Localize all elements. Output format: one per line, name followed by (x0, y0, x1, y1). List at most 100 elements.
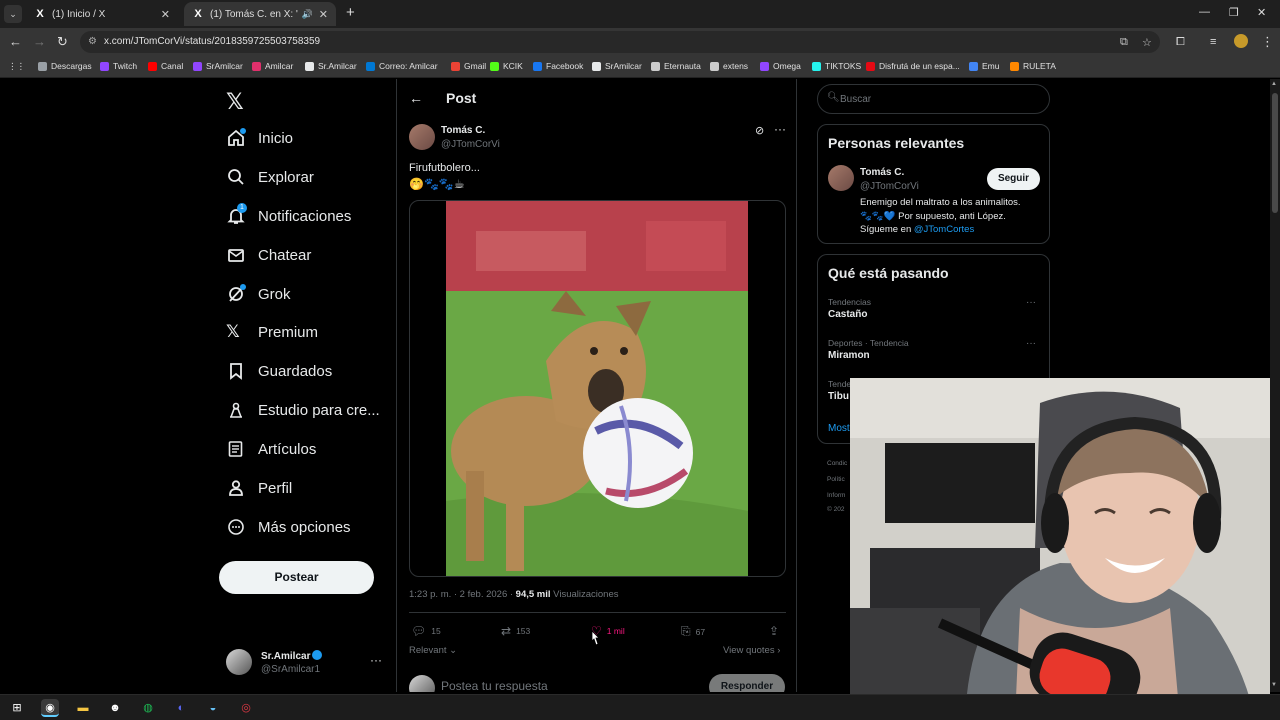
more-icon[interactable]: ··· (1026, 338, 1036, 349)
post-time[interactable]: 1:23 p. m. · 2 feb. 2026 · (409, 589, 516, 600)
forward-icon[interactable]: → (33, 35, 46, 49)
sidebar-item-notificaciones[interactable]: 1 Notificaciones (226, 202, 351, 230)
sidebar-item-estudio[interactable]: Estudio para cre... (226, 396, 380, 424)
app-icon[interactable]: ☻ (106, 699, 124, 717)
person-name[interactable]: Tomás C. (860, 167, 904, 178)
bookmark-item[interactable]: Canal (148, 61, 183, 71)
bookmark-item[interactable]: RULETA (1010, 61, 1056, 71)
bookmark-item[interactable]: Correo: Amilcar (366, 61, 438, 71)
bookmark-button[interactable]: ⎘ 67 (681, 624, 705, 639)
bookmark-item[interactable]: KCIK (490, 61, 523, 71)
person-handle[interactable]: @JTomCorVi (860, 181, 919, 192)
address-input[interactable]: ⚙ x.com/JTomCorVi/status/201835972550375… (80, 31, 1160, 53)
video-frame[interactable] (446, 201, 748, 576)
reply-button[interactable]: 💬︎ 15 (411, 624, 441, 638)
bookmark-item[interactable]: Facebook (533, 61, 583, 71)
author-name[interactable]: Tomás C. (441, 125, 485, 136)
sidebar-item-perfil[interactable]: Perfil (226, 474, 292, 502)
obs-icon[interactable]: ◎ (237, 699, 255, 717)
bookmark-item[interactable]: SrAmilcar (193, 61, 243, 71)
footer-link[interactable]: Condic (827, 460, 847, 467)
search-input[interactable]: 🔍︎ Buscar (817, 84, 1050, 114)
media-icon[interactable]: ≡ (1210, 35, 1216, 49)
x-logo-icon[interactable]: 𝕏 (226, 89, 244, 115)
sidebar-item-grok[interactable]: Grok (226, 280, 291, 308)
more-icon[interactable]: ··· (370, 653, 382, 667)
post-button[interactable]: Postear (219, 561, 374, 594)
follow-button[interactable]: Seguir (987, 168, 1040, 190)
footer-link[interactable]: Inform (827, 492, 845, 499)
windows-start-icon[interactable]: ⊞ (8, 699, 26, 717)
bookmark-item[interactable]: Eternauta (651, 61, 701, 71)
bookmark-item[interactable]: Gmail (451, 61, 486, 71)
sidebar-item-guardados[interactable]: Guardados (226, 357, 332, 385)
sidebar-item-mas-opciones[interactable]: Más opciones (226, 513, 351, 541)
bookmark-item[interactable]: Sr.Amilcar (305, 61, 357, 71)
bookmark-item[interactable]: Descargas (38, 61, 92, 71)
reload-icon[interactable]: ↻ (57, 35, 68, 49)
grok-icon[interactable]: ⊘ (755, 124, 764, 137)
avatar[interactable] (828, 165, 854, 191)
close-tab-icon[interactable]: ✕ (161, 8, 170, 21)
sidebar-item-articulos[interactable]: Artículos (226, 435, 316, 463)
author-avatar[interactable] (409, 124, 435, 150)
steam-icon[interactable]: ◒ (204, 699, 222, 717)
trend-name[interactable]: Castaño (828, 309, 867, 320)
tab-post[interactable]: X (1) Tomás C. en X: "Firufutb 🔊 ✕ (184, 2, 336, 26)
spotify-icon[interactable]: ◍ (139, 699, 157, 717)
tab-inicio[interactable]: X (1) Inicio / X ✕ (26, 2, 178, 26)
footer-link[interactable]: Polític (827, 476, 845, 483)
bookmark-item[interactable]: Disfrutá de un espa... (866, 61, 960, 71)
back-icon[interactable]: ← (9, 35, 22, 49)
extensions-icon[interactable]: ⧠ (1176, 35, 1185, 49)
reply-input[interactable]: Postea tu respuesta (441, 679, 548, 692)
view-quotes-link[interactable]: View quotes › (723, 645, 780, 656)
close-window-icon[interactable]: ✕ (1257, 6, 1266, 19)
bookmark-item[interactable]: Omega (760, 61, 801, 71)
bio-link[interactable]: @JTomCortes (914, 224, 974, 235)
trend-name[interactable]: Tibu (828, 391, 849, 402)
author-handle[interactable]: @JTomCorVi (441, 139, 500, 150)
sidebar-item-premium[interactable]: 𝕏 Premium (226, 318, 318, 346)
scroll-up-icon[interactable]: ▲ (1271, 81, 1277, 87)
menu-icon[interactable]: ⋮ (1261, 35, 1274, 49)
page-scrollbar[interactable]: ▲ ▼ (1270, 79, 1280, 692)
profile-avatar[interactable] (1234, 34, 1248, 48)
reply-submit-button[interactable]: Responder (709, 674, 785, 692)
trend-name[interactable]: Miramon (828, 350, 870, 361)
bookmark-item[interactable]: SrAmilcar (592, 61, 642, 71)
sidebar-item-inicio[interactable]: Inicio (226, 124, 293, 152)
bookmark-item[interactable]: Amilcar (252, 61, 293, 71)
bookmark-item[interactable]: TIKTOKS (812, 61, 861, 71)
cast-icon[interactable]: ⧉ (1120, 36, 1128, 49)
bookmark-item[interactable]: Emu (969, 61, 999, 71)
more-icon[interactable]: ··· (1026, 297, 1036, 308)
tab-search-button[interactable]: ⌄ (4, 5, 22, 23)
minimize-icon[interactable]: — (1199, 6, 1210, 18)
new-tab-button[interactable]: + (346, 5, 355, 21)
account-switcher[interactable]: Sr.Amilcar @SrAmilcar1 ··· (226, 649, 386, 677)
restore-icon[interactable]: ❐ (1229, 6, 1239, 19)
scroll-down-icon[interactable]: ▼ (1271, 682, 1277, 688)
chrome-icon[interactable]: ◉ (41, 699, 59, 717)
sort-replies-dropdown[interactable]: Relevant ⌄ (409, 645, 457, 656)
sidebar-item-chatear[interactable]: Chatear (226, 241, 311, 269)
bookmark-star-icon[interactable]: ☆ (1142, 36, 1152, 49)
bookmark-item[interactable]: extens (710, 61, 748, 71)
share-button[interactable]: ⇪ (769, 624, 784, 638)
post-video[interactable] (409, 200, 786, 577)
discord-icon[interactable]: ◐ (172, 699, 190, 717)
more-icon[interactable]: ··· (774, 122, 786, 136)
repost-button[interactable]: ⇄ 153 (501, 624, 530, 638)
show-more-link[interactable]: Most (828, 423, 850, 434)
site-info-icon[interactable]: ⚙ (88, 36, 97, 47)
bookmark-item[interactable]: Twitch (100, 61, 137, 71)
scroll-thumb[interactable] (1272, 93, 1278, 213)
back-arrow-icon[interactable]: ← (409, 90, 423, 106)
file-explorer-icon[interactable]: ▬ (74, 699, 92, 717)
sidebar-item-explorar[interactable]: Explorar (226, 163, 314, 191)
apps-icon[interactable]: ⋮⋮ (8, 61, 25, 72)
close-tab-icon[interactable]: ✕ (319, 8, 328, 21)
bookmark-label: Omega (773, 61, 801, 71)
audio-icon[interactable]: 🔊 (302, 9, 313, 20)
